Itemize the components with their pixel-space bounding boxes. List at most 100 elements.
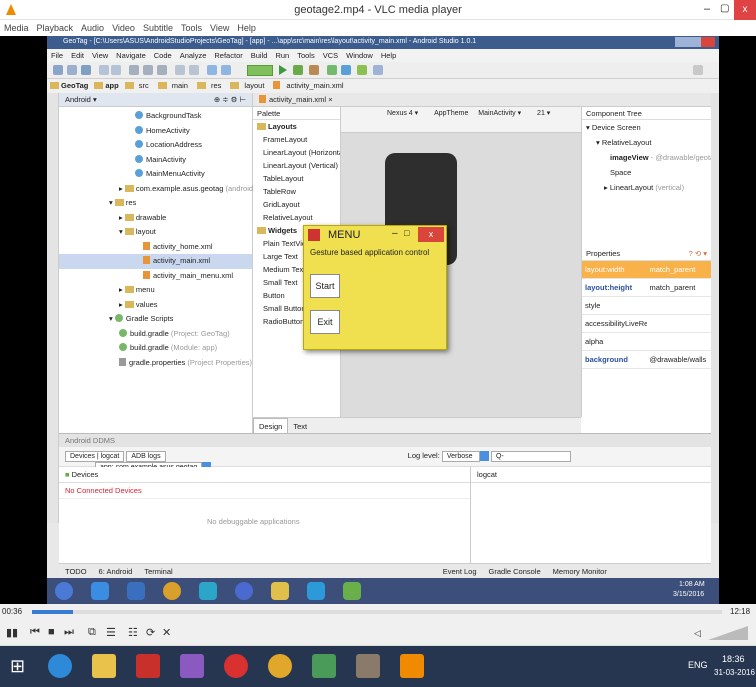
inner-start-icon [55,582,73,600]
java-icon [308,229,320,241]
minimize-button[interactable]: – [704,3,710,15]
palette-item: TableLayout [263,174,304,183]
inner-date: 3/15/2016 [673,591,705,598]
component-item: ▸ LinearLayout (vertical) [604,183,685,192]
opera-icon[interactable] [224,654,248,678]
as-menu-refactor: Refactor [214,51,243,60]
log-level-select: Verbose [441,451,480,462]
as-menu-file: File [51,51,64,60]
crumb-main: main [155,81,194,90]
prop-row: layout:width match_parent [582,261,711,279]
dialog-label: Gesture based application control [310,248,430,257]
vlc-icon[interactable] [400,654,424,678]
log-level-label: Log level: [407,451,440,460]
app-icon[interactable] [180,654,204,678]
file-explorer-icon[interactable] [92,654,116,678]
inner-android-studio-icon [343,582,361,600]
tree-item: build.gradle (Module: app) [59,341,252,356]
tree-item: ▾ res [109,198,137,207]
clock-time[interactable]: 18:36 [722,654,745,664]
fullscreen-icon[interactable]: ⧉ [88,626,96,639]
menu-video[interactable]: Video [108,20,139,33]
inner-chrome-icon [163,582,181,600]
as-menubar: File Edit View Navigate Code Analyze Refactor B… [47,49,719,62]
dialog-title-bar: MENU – □ x [304,226,446,244]
window-title: geotage2.mp4 - VLC media player [294,4,462,16]
menu-playback[interactable]: Playback [33,20,78,33]
tree-item: MainMenuActivity [59,167,252,182]
menu-help[interactable]: Help [233,20,260,33]
help-icon [373,65,383,75]
tab-event-log: Event Log [442,567,477,576]
speaker-icon[interactable]: ◁ [694,628,701,639]
editor-tab: activity_main.xml × [253,93,711,107]
start-button[interactable]: Start [310,274,340,298]
properties-title: Properties? ⟲ ▾ [582,245,711,261]
dialog-close-button[interactable]: x [418,227,444,242]
tree-item: BackgroundTask [59,109,252,124]
exit-button[interactable]: Exit [310,310,340,334]
menu-subtitle[interactable]: Subtitle [139,20,177,33]
crumb-geotag: GeoTag [47,81,91,90]
menu-audio[interactable]: Audio [77,20,108,33]
activity-selector: MainActivity [478,110,516,117]
close-button[interactable]: x [734,0,756,20]
pause-icon[interactable]: ▮▮ [6,626,18,639]
next-icon[interactable]: ⏭ [64,626,74,639]
undo-icon [99,65,109,75]
gimp-icon[interactable] [356,654,380,678]
clock-date[interactable]: 31-03-2016 [714,668,755,677]
menu-tools[interactable]: Tools [177,20,206,33]
dialog-minimize-button[interactable]: – [392,228,398,239]
no-devices-text: No Connected Devices [59,483,470,499]
loop-icon[interactable]: ⟳ [146,626,155,639]
dialog-title: MENU [328,229,361,241]
inner-taskbar: 1:08 AM 3/15/2016 [47,578,719,604]
playlist-icon[interactable]: ☷ [128,626,138,639]
prop-row: background @drawable/walls [582,351,711,369]
acrobat-icon[interactable] [136,654,160,678]
extended-settings-icon[interactable]: ☰ [106,626,116,639]
as-menu-edit: Edit [71,51,85,60]
language-indicator[interactable]: ENG [688,660,708,670]
dialog-maximize-button[interactable]: □ [404,228,409,238]
windows-start-icon[interactable]: ⊞ [10,654,34,678]
android-studio-icon[interactable] [312,654,336,678]
volume-slider[interactable] [708,626,748,640]
component-item: Space [610,168,632,177]
as-menu-tools: Tools [297,51,315,60]
seek-row: 00:36 12:18 [0,604,756,620]
palette-item: GridLayout [263,200,300,209]
menu-view[interactable]: View [206,20,233,33]
search-icon [693,65,703,75]
as-menu-vcs: VCS [322,51,339,60]
tab-text: Text [293,422,308,431]
project-view-selector: Android ▾ ⊕ ≑ ⚙ ⊢ [59,93,252,107]
elapsed-time: 00:36 [2,607,23,616]
inner-folder-icon [271,582,289,600]
tree-item: ▸ menu [119,285,155,294]
as-toolbar [47,62,719,79]
previous-icon[interactable]: ⏮ [30,626,40,639]
as-title-bar: GeoTag - [C:\Users\ASUS\AndroidStudioPro… [47,36,719,49]
logcat-search: Q- [490,451,571,462]
right-tool-strip [711,93,719,523]
as-menu-navigate: Navigate [116,51,146,60]
ie-icon[interactable] [48,654,72,678]
palette-header: Palette [253,107,340,120]
menu-media[interactable]: Media [0,20,33,33]
seek-bar[interactable] [32,610,722,614]
random-icon[interactable]: ✕ [162,626,171,639]
chrome-icon[interactable] [268,654,292,678]
palette-item: LinearLayout (Vertical) [263,161,339,170]
device-selector: Nexus 4 [387,110,413,117]
stop-icon[interactable]: ■ [48,626,55,638]
adb-logs: ADB logs [126,451,166,462]
palette-item: TableRow [263,187,296,196]
restore-button[interactable]: ▢ [720,3,729,14]
as-title: GeoTag - [C:\Users\ASUS\AndroidStudioPro… [63,38,477,45]
crumb-src: src [122,81,155,90]
project-panel: Android ▾ ⊕ ≑ ⚙ ⊢ BackgroundTask HomeAct… [59,93,269,433]
tab-memory-monitor: Memory Monitor [552,567,607,576]
tab-android: 6: Android [98,567,133,576]
